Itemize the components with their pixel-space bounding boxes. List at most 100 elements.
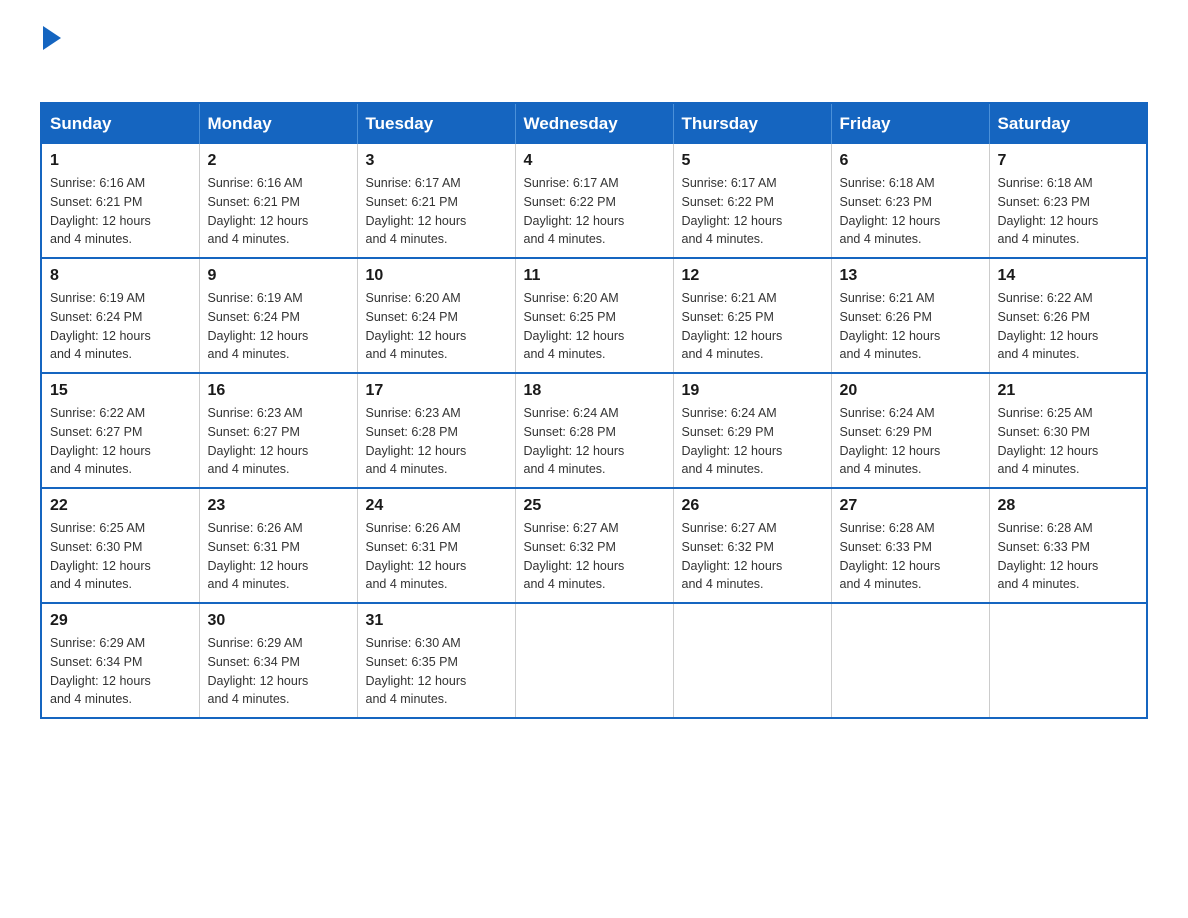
calendar-cell: 28 Sunrise: 6:28 AM Sunset: 6:33 PM Dayl… xyxy=(989,488,1147,603)
day-number: 16 xyxy=(208,382,349,400)
day-number: 20 xyxy=(840,382,981,400)
day-info: Sunrise: 6:22 AM Sunset: 6:27 PM Dayligh… xyxy=(50,404,191,479)
day-number: 31 xyxy=(366,612,507,630)
calendar-header-row: SundayMondayTuesdayWednesdayThursdayFrid… xyxy=(41,103,1147,144)
day-info: Sunrise: 6:27 AM Sunset: 6:32 PM Dayligh… xyxy=(682,519,823,594)
calendar-cell: 21 Sunrise: 6:25 AM Sunset: 6:30 PM Dayl… xyxy=(989,373,1147,488)
day-number: 21 xyxy=(998,382,1139,400)
calendar-cell: 18 Sunrise: 6:24 AM Sunset: 6:28 PM Dayl… xyxy=(515,373,673,488)
day-info: Sunrise: 6:26 AM Sunset: 6:31 PM Dayligh… xyxy=(208,519,349,594)
day-number: 24 xyxy=(366,497,507,515)
calendar-cell: 20 Sunrise: 6:24 AM Sunset: 6:29 PM Dayl… xyxy=(831,373,989,488)
calendar-header-saturday: Saturday xyxy=(989,103,1147,144)
calendar-cell: 8 Sunrise: 6:19 AM Sunset: 6:24 PM Dayli… xyxy=(41,258,199,373)
calendar-cell: 23 Sunrise: 6:26 AM Sunset: 6:31 PM Dayl… xyxy=(199,488,357,603)
day-info: Sunrise: 6:17 AM Sunset: 6:22 PM Dayligh… xyxy=(682,174,823,249)
calendar-header-monday: Monday xyxy=(199,103,357,144)
day-info: Sunrise: 6:24 AM Sunset: 6:29 PM Dayligh… xyxy=(682,404,823,479)
day-info: Sunrise: 6:17 AM Sunset: 6:21 PM Dayligh… xyxy=(366,174,507,249)
day-info: Sunrise: 6:29 AM Sunset: 6:34 PM Dayligh… xyxy=(208,634,349,709)
day-number: 26 xyxy=(682,497,823,515)
calendar-cell: 27 Sunrise: 6:28 AM Sunset: 6:33 PM Dayl… xyxy=(831,488,989,603)
day-number: 18 xyxy=(524,382,665,400)
day-info: Sunrise: 6:16 AM Sunset: 6:21 PM Dayligh… xyxy=(50,174,191,249)
day-info: Sunrise: 6:22 AM Sunset: 6:26 PM Dayligh… xyxy=(998,289,1139,364)
day-number: 10 xyxy=(366,267,507,285)
calendar-cell: 29 Sunrise: 6:29 AM Sunset: 6:34 PM Dayl… xyxy=(41,603,199,718)
calendar-cell: 31 Sunrise: 6:30 AM Sunset: 6:35 PM Dayl… xyxy=(357,603,515,718)
calendar-cell: 13 Sunrise: 6:21 AM Sunset: 6:26 PM Dayl… xyxy=(831,258,989,373)
calendar-cell: 17 Sunrise: 6:23 AM Sunset: 6:28 PM Dayl… xyxy=(357,373,515,488)
day-info: Sunrise: 6:23 AM Sunset: 6:27 PM Dayligh… xyxy=(208,404,349,479)
day-number: 23 xyxy=(208,497,349,515)
calendar-header-sunday: Sunday xyxy=(41,103,199,144)
day-info: Sunrise: 6:26 AM Sunset: 6:31 PM Dayligh… xyxy=(366,519,507,594)
calendar-cell: 4 Sunrise: 6:17 AM Sunset: 6:22 PM Dayli… xyxy=(515,144,673,258)
day-number: 29 xyxy=(50,612,191,630)
day-info: Sunrise: 6:20 AM Sunset: 6:25 PM Dayligh… xyxy=(524,289,665,364)
calendar-cell: 15 Sunrise: 6:22 AM Sunset: 6:27 PM Dayl… xyxy=(41,373,199,488)
day-info: Sunrise: 6:29 AM Sunset: 6:34 PM Dayligh… xyxy=(50,634,191,709)
day-number: 17 xyxy=(366,382,507,400)
calendar-cell: 5 Sunrise: 6:17 AM Sunset: 6:22 PM Dayli… xyxy=(673,144,831,258)
day-number: 5 xyxy=(682,152,823,170)
calendar-header-thursday: Thursday xyxy=(673,103,831,144)
day-info: Sunrise: 6:20 AM Sunset: 6:24 PM Dayligh… xyxy=(366,289,507,364)
calendar-cell xyxy=(515,603,673,718)
day-number: 9 xyxy=(208,267,349,285)
day-info: Sunrise: 6:23 AM Sunset: 6:28 PM Dayligh… xyxy=(366,404,507,479)
day-number: 27 xyxy=(840,497,981,515)
calendar-header-friday: Friday xyxy=(831,103,989,144)
calendar-cell: 1 Sunrise: 6:16 AM Sunset: 6:21 PM Dayli… xyxy=(41,144,199,258)
page-header xyxy=(40,30,1148,82)
day-number: 19 xyxy=(682,382,823,400)
calendar-cell xyxy=(673,603,831,718)
day-info: Sunrise: 6:18 AM Sunset: 6:23 PM Dayligh… xyxy=(998,174,1139,249)
day-info: Sunrise: 6:18 AM Sunset: 6:23 PM Dayligh… xyxy=(840,174,981,249)
day-info: Sunrise: 6:27 AM Sunset: 6:32 PM Dayligh… xyxy=(524,519,665,594)
calendar-week-row: 29 Sunrise: 6:29 AM Sunset: 6:34 PM Dayl… xyxy=(41,603,1147,718)
day-number: 7 xyxy=(998,152,1139,170)
day-info: Sunrise: 6:30 AM Sunset: 6:35 PM Dayligh… xyxy=(366,634,507,709)
calendar-cell: 22 Sunrise: 6:25 AM Sunset: 6:30 PM Dayl… xyxy=(41,488,199,603)
day-number: 14 xyxy=(998,267,1139,285)
calendar-cell: 26 Sunrise: 6:27 AM Sunset: 6:32 PM Dayl… xyxy=(673,488,831,603)
day-info: Sunrise: 6:25 AM Sunset: 6:30 PM Dayligh… xyxy=(50,519,191,594)
calendar-header-wednesday: Wednesday xyxy=(515,103,673,144)
calendar-cell: 24 Sunrise: 6:26 AM Sunset: 6:31 PM Dayl… xyxy=(357,488,515,603)
day-info: Sunrise: 6:28 AM Sunset: 6:33 PM Dayligh… xyxy=(840,519,981,594)
day-number: 6 xyxy=(840,152,981,170)
day-info: Sunrise: 6:25 AM Sunset: 6:30 PM Dayligh… xyxy=(998,404,1139,479)
calendar-week-row: 1 Sunrise: 6:16 AM Sunset: 6:21 PM Dayli… xyxy=(41,144,1147,258)
calendar-cell: 25 Sunrise: 6:27 AM Sunset: 6:32 PM Dayl… xyxy=(515,488,673,603)
day-number: 28 xyxy=(998,497,1139,515)
day-info: Sunrise: 6:28 AM Sunset: 6:33 PM Dayligh… xyxy=(998,519,1139,594)
calendar-cell: 16 Sunrise: 6:23 AM Sunset: 6:27 PM Dayl… xyxy=(199,373,357,488)
calendar-cell: 3 Sunrise: 6:17 AM Sunset: 6:21 PM Dayli… xyxy=(357,144,515,258)
calendar-cell: 7 Sunrise: 6:18 AM Sunset: 6:23 PM Dayli… xyxy=(989,144,1147,258)
day-number: 4 xyxy=(524,152,665,170)
calendar-week-row: 15 Sunrise: 6:22 AM Sunset: 6:27 PM Dayl… xyxy=(41,373,1147,488)
calendar-cell: 10 Sunrise: 6:20 AM Sunset: 6:24 PM Dayl… xyxy=(357,258,515,373)
calendar-week-row: 8 Sunrise: 6:19 AM Sunset: 6:24 PM Dayli… xyxy=(41,258,1147,373)
day-number: 13 xyxy=(840,267,981,285)
day-number: 8 xyxy=(50,267,191,285)
day-number: 3 xyxy=(366,152,507,170)
calendar-cell: 19 Sunrise: 6:24 AM Sunset: 6:29 PM Dayl… xyxy=(673,373,831,488)
calendar-cell: 30 Sunrise: 6:29 AM Sunset: 6:34 PM Dayl… xyxy=(199,603,357,718)
calendar-cell xyxy=(831,603,989,718)
calendar-table: SundayMondayTuesdayWednesdayThursdayFrid… xyxy=(40,102,1148,719)
calendar-cell: 14 Sunrise: 6:22 AM Sunset: 6:26 PM Dayl… xyxy=(989,258,1147,373)
calendar-cell: 6 Sunrise: 6:18 AM Sunset: 6:23 PM Dayli… xyxy=(831,144,989,258)
logo xyxy=(40,30,61,82)
calendar-cell: 11 Sunrise: 6:20 AM Sunset: 6:25 PM Dayl… xyxy=(515,258,673,373)
calendar-header-tuesday: Tuesday xyxy=(357,103,515,144)
day-info: Sunrise: 6:16 AM Sunset: 6:21 PM Dayligh… xyxy=(208,174,349,249)
day-info: Sunrise: 6:19 AM Sunset: 6:24 PM Dayligh… xyxy=(208,289,349,364)
day-number: 12 xyxy=(682,267,823,285)
calendar-cell: 12 Sunrise: 6:21 AM Sunset: 6:25 PM Dayl… xyxy=(673,258,831,373)
calendar-week-row: 22 Sunrise: 6:25 AM Sunset: 6:30 PM Dayl… xyxy=(41,488,1147,603)
day-number: 11 xyxy=(524,267,665,285)
day-number: 1 xyxy=(50,152,191,170)
calendar-cell xyxy=(989,603,1147,718)
